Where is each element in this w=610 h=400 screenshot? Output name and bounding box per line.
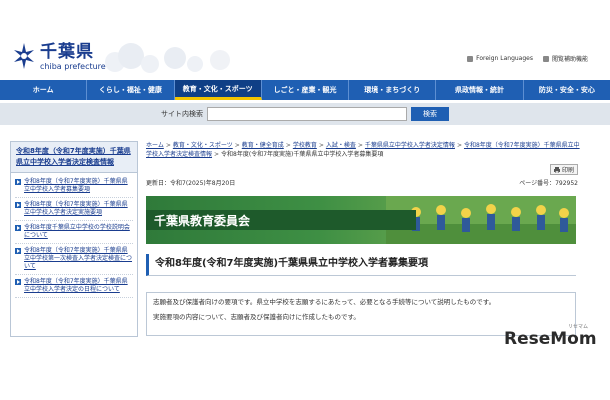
accessibility-label: 閲覧補助機能 [551,56,588,63]
breadcrumb-item[interactable]: 教育・健全育成 [242,142,284,149]
foreign-languages-link[interactable]: Foreign Languages [467,54,533,63]
arrow-right-icon [15,179,21,185]
sidebar-list: 令和8年度（令和7年度実施）千葉県県立中学校入学者募集要項 令和8年度（令和7年… [11,173,137,300]
foreign-languages-label: Foreign Languages [476,55,533,62]
arrow-right-icon [15,225,21,231]
sidebar-item-label: 令和8年度（令和7年度実施）千葉県県立中学校入学者募集要項 [24,178,128,193]
nav-item-environment[interactable]: 環境・まちづくり [349,80,437,100]
breadcrumb-separator: > [285,142,291,149]
sidebar-heading[interactable]: 令和8年度（令和7年度実施）千葉県県立中学校入学者決定検査情報 [11,142,137,173]
page-title: 令和8年度(令和7年度実施)千葉県県立中学校入学者募集要項 [146,254,576,276]
sidebar-item-label: 令和8年度（令和7年度実施）千葉県県立中学校入学者決定実施要項 [24,201,128,216]
printer-icon [553,166,560,173]
nav-item-home[interactable]: ホーム [0,80,88,100]
notice-line-1: 志願者及び保護者向けの要項です。県立中学校を志願するにあたって、必要となる手続等… [153,298,496,306]
sidebar-item-label: 令和8年度千葉県立中学校の学校説明会について [24,224,130,239]
accessibility-link[interactable]: 閲覧補助機能 [542,54,588,63]
page-number: ページ番号：792952 [519,180,578,187]
resemom-watermark: ReseMom [504,329,597,349]
nav-item-work[interactable]: しごと・産業・観光 [262,80,350,100]
sidebar-item[interactable]: 令和8年度（令和7年度実施）千葉県県立中学校入学者決定の日程について [15,275,133,298]
breadcrumb-item[interactable]: 学校教育 [293,142,317,149]
breadcrumb-separator: > [357,142,363,149]
breadcrumb-separator: > [234,142,240,149]
breadcrumb-separator: > [214,151,220,158]
nav-item-government[interactable]: 県政情報・統計 [436,80,524,100]
sidebar: 令和8年度（令和7年度実施）千葉県県立中学校入学者決定検査情報 令和8年度（令和… [10,141,138,337]
banner-title: 千葉県教育委員会 [154,214,251,228]
breadcrumb-item[interactable]: 千葉県県立中学校入学者決定情報 [365,142,455,149]
breadcrumb-current: 令和8年度(令和7年度実施)千葉県県立中学校入学者募集要項 [221,151,384,158]
sidebar-item-label: 令和8年度（令和7年度実施）千葉県県立中学校第一次検査入学者決定検査について [24,247,133,270]
search-input[interactable] [207,107,407,121]
arrow-right-icon [15,279,21,285]
sidebar-item[interactable]: 令和8年度（令和7年度実施）千葉県県立中学校第一次検査入学者決定検査について [15,244,133,275]
page-meta: 更新日：令和7(2025)年8月20日 ページ番号：792952 [146,178,582,188]
sidebar-item[interactable]: 令和8年度（令和7年度実施）千葉県県立中学校入学者決定実施要項 [15,198,133,221]
main-content: ホーム > 教育・文化・スポーツ > 教育・健全育成 > 学校教育 > 入試・検査 > 千葉県県立中… [146,141,582,336]
sidebar-item[interactable]: 令和8年度（令和7年度実施）千葉県県立中学校入学者募集要項 [15,175,133,198]
site-logo[interactable]: 千葉県 chiba prefecture [12,42,106,71]
nav-item-safety[interactable]: 防災・安全・安心 [524,80,610,100]
breadcrumb: ホーム > 教育・文化・スポーツ > 教育・健全育成 > 学校教育 > 入試・検査 > 千葉県県立中… [146,141,582,159]
updated-date: 更新日：令和7(2025)年8月20日 [146,180,236,187]
arrow-right-icon [15,202,21,208]
site-search-bar: サイト内検索 検索 [0,103,610,125]
breadcrumb-separator: > [456,142,462,149]
breadcrumb-item[interactable]: 入試・検査 [326,142,356,149]
chiba-emblem-icon [14,43,34,69]
accessibility-icon [542,55,549,62]
print-button[interactable]: 印刷 [549,164,578,175]
education-board-banner: 千葉県教育委員会 [146,196,576,244]
search-button[interactable]: 検索 [411,107,449,121]
breadcrumb-item[interactable]: 教育・文化・スポーツ [173,142,233,149]
arrow-right-icon [15,248,21,254]
sidebar-item-label: 令和8年度（令和7年度実施）千葉県県立中学校入学者決定の日程について [24,278,128,293]
sidebar-item[interactable]: 令和8年度千葉県立中学校の学校説明会について [15,221,133,244]
breadcrumb-separator: > [318,142,324,149]
print-row: 印刷 [146,164,582,175]
breadcrumb-separator: > [165,142,171,149]
print-label: 印刷 [561,167,574,174]
breadcrumb-item[interactable]: ホーム [146,142,164,149]
site-header: 千葉県 chiba prefecture Foreign Languages 閲… [0,40,610,78]
nav-item-living[interactable]: くらし・福祉・健康 [87,80,175,100]
search-label: サイト内検索 [161,110,203,118]
global-nav: ホーム くらし・福祉・健康 教育・文化・スポーツ しごと・産業・観光 環境・まち… [0,80,610,100]
globe-icon [467,55,474,62]
notice-line-2: 実施要項の内容について、志願者及び保護者向けに作成したものです。 [153,313,360,321]
nav-item-education[interactable]: 教育・文化・スポーツ [174,80,262,100]
decorative-clouds-icon [105,43,230,73]
